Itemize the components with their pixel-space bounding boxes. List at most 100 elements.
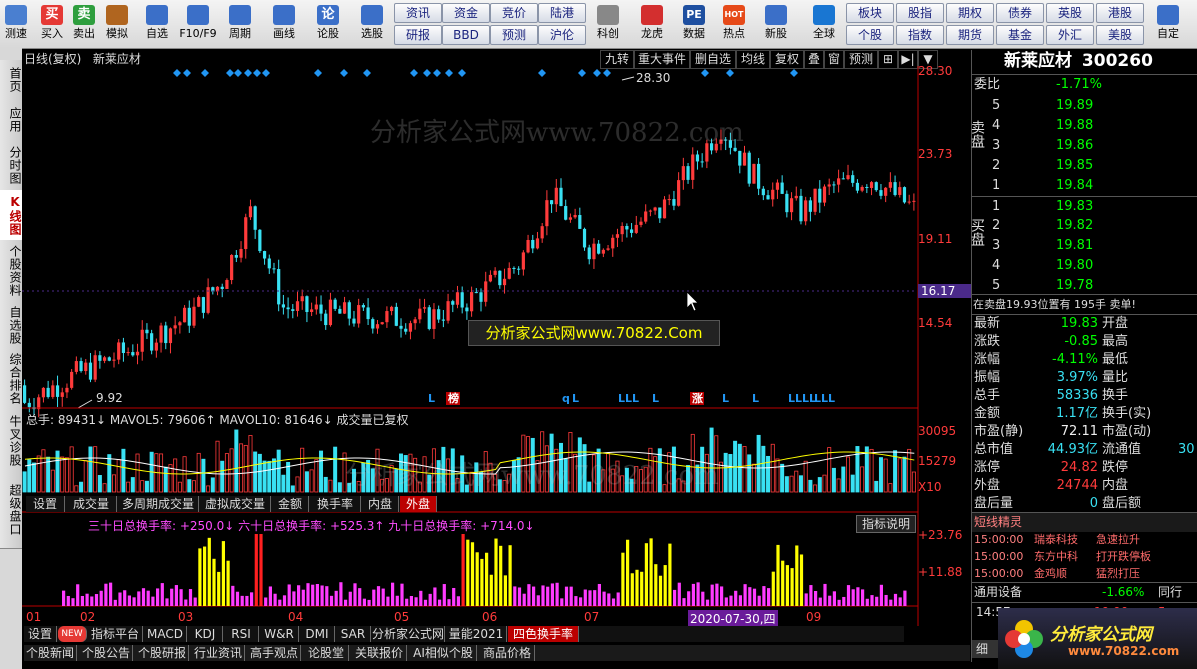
quick-button-6[interactable]: 预测	[490, 25, 538, 45]
side-tab-0[interactable]: 首页	[0, 60, 22, 101]
quick-button-5[interactable]: BBD	[442, 25, 490, 45]
volume-tab-2[interactable]: 多周期成交量	[118, 496, 199, 512]
indicator-tab-10[interactable]: 量能2021	[446, 626, 507, 642]
market-button-7[interactable]: 指数	[896, 25, 944, 45]
volume-title: 总手: 89431↓ MAVOL5: 79606↑ MAVOL10: 81646…	[26, 413, 409, 427]
side-tab-3[interactable]: K线图	[0, 190, 22, 241]
indicator-tab-9[interactable]: 分析家公式网	[372, 626, 445, 642]
news-tab-7[interactable]: AI相似个股	[410, 645, 477, 661]
market-button-6[interactable]: 个股	[846, 25, 894, 45]
volume-tab-5[interactable]: 换手率	[310, 496, 361, 512]
event-marker[interactable]: LLL	[814, 392, 835, 405]
quick-button-2[interactable]: 竞价	[490, 3, 538, 23]
market-button-2[interactable]: 期权	[946, 3, 994, 23]
side-tab-1[interactable]: 应用	[0, 100, 22, 141]
market-button-8[interactable]: 期货	[946, 25, 994, 45]
quick-button-3[interactable]: 陆港	[538, 3, 586, 23]
event-marker[interactable]: L	[572, 392, 579, 405]
toolbar-icon-button-1[interactable]: 龙虎	[634, 2, 670, 46]
toolbar-icon-button-3[interactable]: HOT 热点	[716, 2, 752, 46]
volume-tab-4[interactable]: 金额	[272, 496, 309, 512]
quick-button-0[interactable]: 资讯	[394, 3, 442, 23]
side-tab-6[interactable]: 综合排名	[0, 348, 22, 411]
toolbar-icon-button-0[interactable]: 科创	[590, 2, 626, 46]
event-marker[interactable]: L	[722, 392, 729, 405]
wizard-stock[interactable]: 东方中科	[1034, 548, 1078, 565]
month-label: 2020-07-30,四	[688, 610, 778, 627]
event-marker[interactable]: L	[752, 392, 759, 405]
news-tab-1[interactable]: 个股公告	[80, 645, 133, 661]
volume-tab-7[interactable]: 外盘	[400, 496, 437, 512]
news-tab-5[interactable]: 论股堂	[304, 645, 349, 661]
detail-tab[interactable]: 细	[976, 640, 988, 659]
toolbar-button-8[interactable]: 论论股	[310, 2, 346, 46]
event-marker[interactable]: L	[652, 392, 659, 405]
toolbar-button-5[interactable]: F10/F9	[178, 2, 218, 46]
toolbar-button-2[interactable]: 卖卖出	[70, 2, 98, 46]
event-marker[interactable]: LLLL	[788, 392, 816, 405]
toolbar-button-6[interactable]: 周期	[222, 2, 258, 46]
toolbar-icon-button-4[interactable]: 新股	[758, 2, 794, 46]
indicator-tab-0[interactable]: 设置	[24, 626, 57, 642]
indicator-tab-6[interactable]: W&R	[260, 626, 299, 642]
side-tab-4[interactable]: 个股资料	[0, 240, 22, 303]
quick-button-1[interactable]: 资金	[442, 3, 490, 23]
news-tab-6[interactable]: 关联报价	[352, 645, 407, 661]
market-button-3[interactable]: 债券	[996, 3, 1044, 23]
indicator-help-button[interactable]: 指标说明	[856, 515, 916, 533]
side-tab-7[interactable]: 牛叉诊股	[0, 410, 22, 473]
indicator-tab-8[interactable]: SAR	[336, 626, 371, 642]
event-marker[interactable]: 涨	[692, 391, 703, 405]
kline-chart[interactable]: 28.309.92 L 榜 q L LLL L 涨 L L LLLLLLL	[22, 66, 970, 666]
news-tab-4[interactable]: 高手观点	[248, 645, 301, 661]
weibi-value: -1.71%	[1056, 77, 1102, 92]
indicator-tab-3[interactable]: MACD	[144, 626, 187, 642]
candle	[93, 350, 97, 383]
quick-button-4[interactable]: 研报	[394, 25, 442, 45]
wizard-stock[interactable]: 金鸡顺	[1034, 565, 1067, 582]
sector-name[interactable]: 通用设备	[974, 583, 1022, 602]
news-tab-3[interactable]: 行业资讯	[192, 645, 245, 661]
indicator-tab-11[interactable]: 四色换手率	[508, 626, 579, 642]
volume-tab-0[interactable]: 设置	[26, 496, 65, 512]
volume-tab-3[interactable]: 虚拟成交量	[200, 496, 271, 512]
toolbar-button-0[interactable]: 测速	[2, 2, 30, 46]
chart-mode[interactable]: 日线(复权)	[24, 52, 81, 66]
toolbar-button-7[interactable]: 画线	[266, 2, 302, 46]
event-marker[interactable]: 榜	[448, 391, 459, 405]
side-tab-5[interactable]: 自选股	[0, 302, 22, 349]
indicator-tab-5[interactable]: RSI	[224, 626, 259, 642]
market-button-1[interactable]: 股指	[896, 3, 944, 23]
wizard-stock[interactable]: 瑞泰科技	[1034, 531, 1078, 548]
indicator-tab-7[interactable]: DMI	[300, 626, 335, 642]
market-button-0[interactable]: 板块	[846, 3, 894, 23]
event-marker[interactable]: q	[562, 392, 570, 405]
toolbar-icon-button-2[interactable]: PE 数据	[676, 2, 712, 46]
market-button-10[interactable]: 外汇	[1046, 25, 1094, 45]
indicator-tab-4[interactable]: KDJ	[188, 626, 223, 642]
news-tab-0[interactable]: 个股新闻	[24, 645, 77, 661]
volume-tab-6[interactable]: 内盘	[362, 496, 399, 512]
event-marker[interactable]: L	[428, 392, 435, 405]
news-tab-2[interactable]: 个股研报	[136, 645, 189, 661]
volume-tab-1[interactable]: 成交量	[66, 496, 117, 512]
indicator-tab-2[interactable]: 指标平台	[88, 626, 143, 642]
bid-level: 5	[992, 278, 1001, 293]
market-button-5[interactable]: 港股	[1096, 3, 1144, 23]
quick-button-7[interactable]: 沪伦	[538, 25, 586, 45]
side-tab-2[interactable]: 分时图	[0, 140, 22, 191]
toolbar-button-3[interactable]: 模拟	[102, 2, 132, 46]
toolbar-button-9[interactable]: 选股	[354, 2, 390, 46]
toolbar-button-1[interactable]: 买买入	[38, 2, 66, 46]
market-button-11[interactable]: 美股	[1096, 25, 1144, 45]
market-button-9[interactable]: 基金	[996, 25, 1044, 45]
customize-button[interactable]: 自定	[1148, 2, 1188, 46]
side-tab-8[interactable]: 超级盘口	[0, 472, 22, 549]
event-marker[interactable]: LLL	[618, 392, 639, 405]
toolbar-button-4[interactable]: 自选	[140, 2, 174, 46]
market-button-4[interactable]: 英股	[1046, 3, 1094, 23]
news-tab-8[interactable]: 商品价格	[480, 645, 535, 661]
peer-tab[interactable]: 同行	[1158, 583, 1182, 602]
toolbar-icon-button-5[interactable]: 全球	[806, 2, 842, 46]
turnover-bar	[325, 586, 329, 606]
